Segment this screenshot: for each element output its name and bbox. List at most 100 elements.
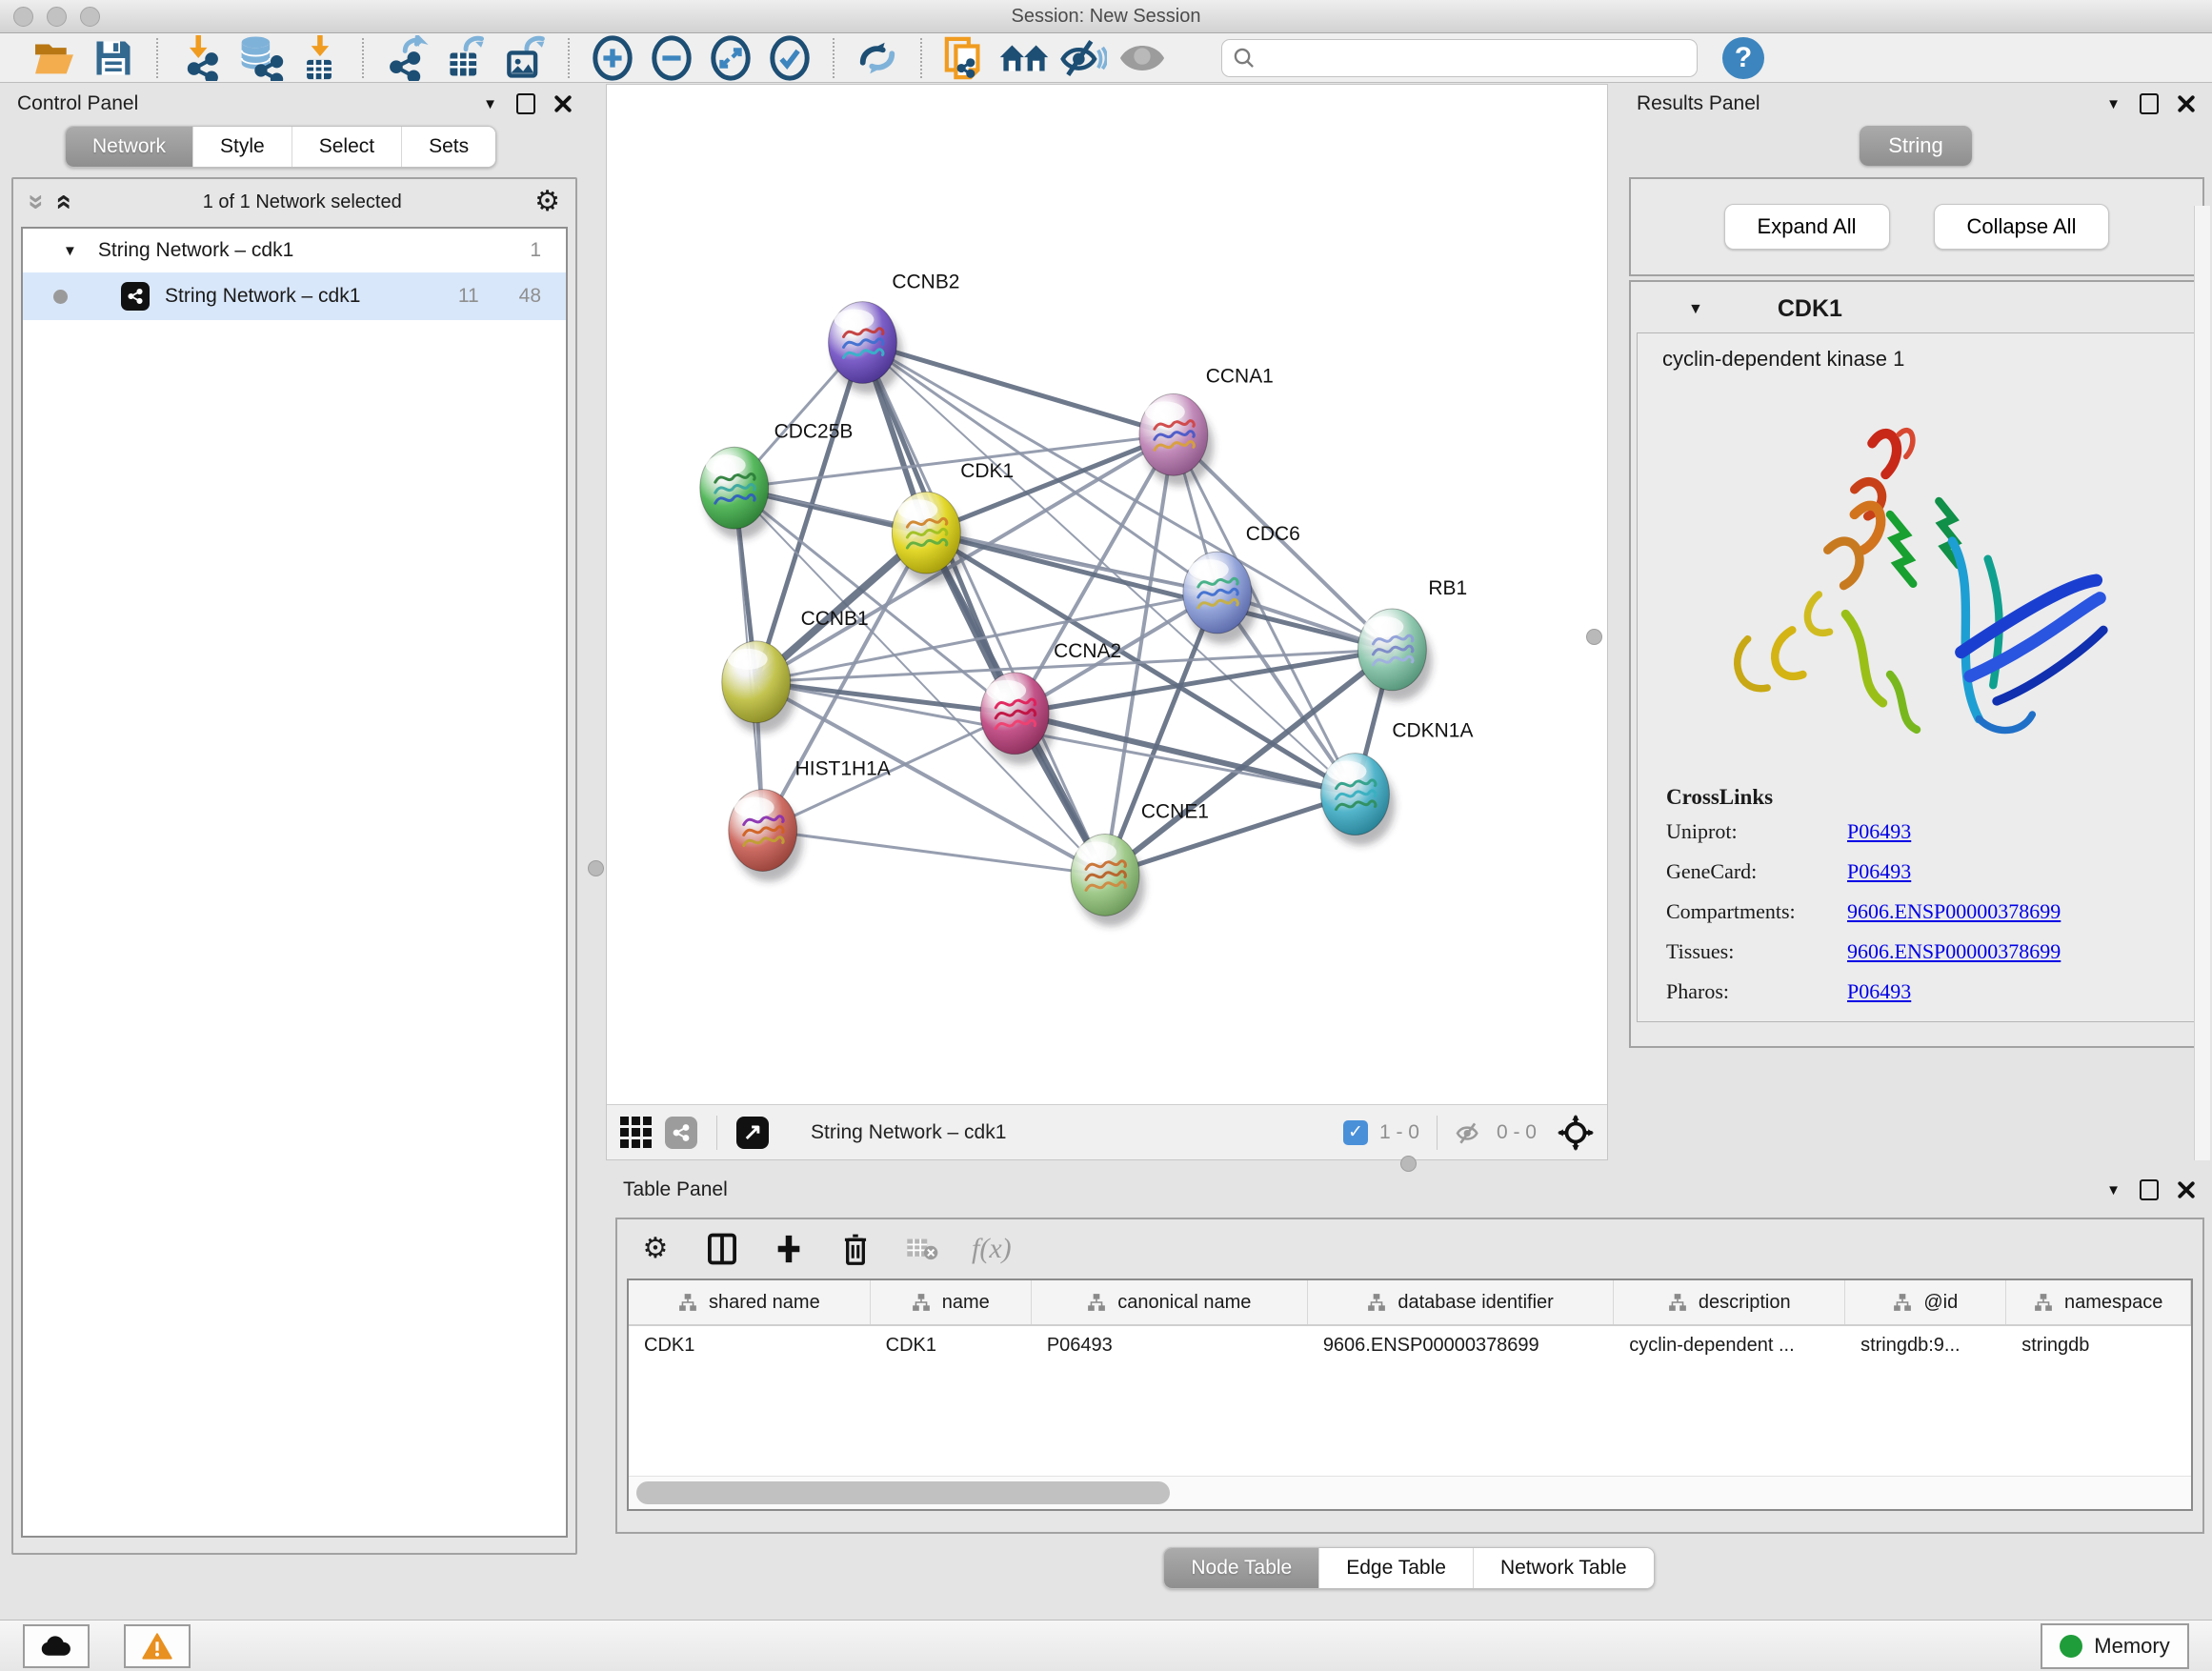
edge-HIST1H1A-CCNE1[interactable]	[763, 831, 1105, 876]
crosslink-link[interactable]: P06493	[1847, 859, 1911, 884]
hidden-eye-icon[interactable]	[1455, 1120, 1485, 1145]
crosslink-link[interactable]: 9606.ENSP00000378699	[1847, 899, 2061, 924]
zoom-in-button[interactable]	[583, 36, 642, 80]
zoom-out-button[interactable]	[642, 36, 701, 80]
selected-checkbox-icon[interactable]: ✓	[1343, 1120, 1368, 1145]
tab-select[interactable]: Select	[292, 127, 401, 167]
show-all-networks-button[interactable]	[995, 36, 1054, 80]
show-columns-icon[interactable]	[705, 1232, 739, 1266]
export-image-button[interactable]	[495, 36, 554, 80]
collapse-all-button[interactable]: Collapse All	[1934, 204, 2110, 250]
splitter-handle[interactable]	[1586, 629, 1602, 645]
results-scrollbar[interactable]	[2194, 206, 2210, 1160]
save-session-button[interactable]	[84, 36, 143, 80]
open-session-button[interactable]	[25, 36, 84, 80]
node-CDKN1A[interactable]: CDKN1A	[1321, 720, 1474, 846]
export-table-button[interactable]	[436, 36, 495, 80]
column-header-label: shared name	[709, 1292, 820, 1314]
table-cell[interactable]: cyclin-dependent ...	[1614, 1326, 1845, 1364]
column-header-name[interactable]: name	[871, 1280, 1032, 1324]
float-panel-icon[interactable]	[516, 93, 535, 114]
tab-sets[interactable]: Sets	[401, 127, 495, 167]
export-network-button[interactable]	[377, 36, 436, 80]
grid-view-icon[interactable]	[620, 1117, 652, 1148]
import-network-from-database-button[interactable]	[231, 36, 290, 80]
panel-menu-icon[interactable]: ▼	[2106, 96, 2121, 112]
column-header-shared-name[interactable]: shared name	[629, 1280, 871, 1324]
import-network-button[interactable]	[171, 36, 231, 80]
panel-menu-icon[interactable]: ▼	[483, 96, 497, 112]
panel-menu-icon[interactable]: ▼	[2106, 1182, 2121, 1198]
column-header-namespace[interactable]: namespace	[2006, 1280, 2191, 1324]
network-collection-row[interactable]: ▼ String Network – cdk1 1	[23, 229, 566, 272]
close-panel-icon[interactable]	[2178, 95, 2195, 112]
hide-selected-button[interactable]	[1054, 36, 1113, 80]
column-header-database-identifier[interactable]: database identifier	[1308, 1280, 1615, 1324]
edge-CCNB2-CCNA1[interactable]	[862, 343, 1173, 435]
close-panel-icon[interactable]	[2178, 1181, 2195, 1198]
warnings-button[interactable]	[124, 1624, 191, 1668]
table-horizontal-scrollbar[interactable]	[629, 1476, 2191, 1509]
birdseye-view-icon[interactable]: ↗	[736, 1117, 769, 1149]
cloud-status-button[interactable]	[23, 1624, 90, 1668]
node-RB1[interactable]: RB1	[1357, 577, 1467, 701]
node-CCNA1[interactable]: CCNA1	[1139, 365, 1274, 486]
show-hidden-button[interactable]	[1113, 36, 1172, 80]
network-overview-icon[interactable]	[665, 1117, 697, 1149]
tree-expander-icon[interactable]: ▼	[63, 243, 77, 259]
network-graph-canvas[interactable]: CCNB2CCNA1CDC25BCDK1CDC6RB1CCNB1CCNA2CDK…	[607, 85, 1607, 1104]
tab-style[interactable]: Style	[192, 127, 292, 167]
zoom-selected-button[interactable]	[760, 36, 819, 80]
apply-layout-button[interactable]	[848, 36, 907, 80]
expand-all-button[interactable]: Expand All	[1724, 204, 1890, 250]
node-CDC6[interactable]: CDC6	[1183, 523, 1300, 644]
tab-network[interactable]: Network	[66, 127, 192, 167]
table-cell[interactable]: stringdb	[2006, 1326, 2191, 1364]
import-table-button[interactable]	[290, 36, 349, 80]
table-row[interactable]: CDK1CDK1P064939606.ENSP00000378699cyclin…	[629, 1326, 2191, 1364]
clone-network-button[interactable]	[935, 36, 995, 80]
delete-table-icon[interactable]	[905, 1236, 939, 1262]
node-HIST1H1A[interactable]: HIST1H1A	[729, 758, 891, 882]
help-button[interactable]: ?	[1722, 37, 1764, 79]
column-header-canonical-name[interactable]: canonical name	[1032, 1280, 1308, 1324]
close-panel-icon[interactable]	[554, 95, 572, 112]
column-type-icon	[1087, 1293, 1106, 1312]
edge-CCNA2-CDKN1A[interactable]	[1015, 714, 1355, 795]
tab-string[interactable]: String	[1860, 126, 1971, 166]
fit-selected-crosshair-icon[interactable]	[1558, 1115, 1594, 1151]
network-row-selected[interactable]: String Network – cdk1 11 48	[23, 272, 566, 320]
tab-edge-table[interactable]: Edge Table	[1318, 1548, 1473, 1588]
node-CCNB2[interactable]: CCNB2	[829, 272, 960, 394]
column-header-@id[interactable]: @id	[1845, 1280, 2006, 1324]
memory-button[interactable]: Memory	[2041, 1623, 2189, 1669]
table-cell[interactable]: stringdb:9...	[1845, 1326, 2006, 1364]
search-box[interactable]	[1221, 39, 1698, 77]
expand-all-networks-icon[interactable]: »	[48, 194, 76, 211]
node-CCNB1[interactable]: CCNB1	[722, 608, 869, 734]
tab-network-table[interactable]: Network Table	[1473, 1548, 1654, 1588]
table-cell[interactable]: 9606.ENSP00000378699	[1308, 1326, 1614, 1364]
crosslink-link[interactable]: P06493	[1847, 819, 1911, 844]
delete-column-icon[interactable]	[838, 1232, 873, 1266]
tab-node-table[interactable]: Node Table	[1164, 1548, 1318, 1588]
table-cell[interactable]: P06493	[1032, 1326, 1308, 1364]
table-cell[interactable]: CDK1	[629, 1326, 871, 1364]
search-input[interactable]	[1257, 46, 1687, 70]
table-cell[interactable]: CDK1	[871, 1326, 1032, 1364]
float-panel-icon[interactable]	[2140, 1179, 2159, 1200]
function-builder-icon[interactable]: f(x)	[972, 1233, 1012, 1265]
crosslink-link[interactable]: 9606.ENSP00000378699	[1847, 939, 2061, 964]
crosslink-link[interactable]: P06493	[1847, 979, 1911, 1004]
zoom-fit-button[interactable]	[701, 36, 760, 80]
network-options-gear-icon[interactable]: ⚙	[534, 188, 560, 216]
entry-expander-icon[interactable]: ▼	[1688, 301, 1703, 318]
table-options-gear-icon[interactable]: ⚙	[638, 1235, 673, 1263]
splitter-handle[interactable]	[588, 860, 604, 876]
scrollbar-thumb[interactable]	[636, 1481, 1170, 1504]
float-panel-icon[interactable]	[2140, 93, 2159, 114]
network-view[interactable]: CCNB2CCNA1CDC25BCDK1CDC6RB1CCNB1CCNA2CDK…	[606, 84, 1608, 1160]
column-header-description[interactable]: description	[1614, 1280, 1845, 1324]
create-column-icon[interactable]	[772, 1233, 806, 1265]
edge-CCNB2-CCNE1[interactable]	[862, 343, 1105, 876]
